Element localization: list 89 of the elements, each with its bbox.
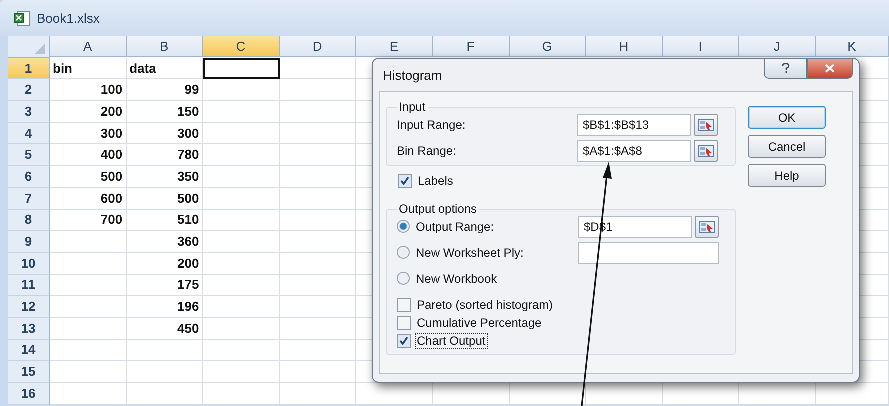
table-cell: 700 (50, 210, 127, 232)
table-cell: 196 (126, 296, 204, 318)
table-cell: 200 (126, 252, 204, 275)
row-header[interactable]: 4 (8, 122, 50, 144)
column-header[interactable]: A (50, 36, 127, 57)
column-header[interactable]: E (356, 36, 433, 57)
dialog-button[interactable]: Help (748, 164, 826, 187)
checkbox[interactable] (397, 316, 411, 330)
table-cell: 500 (126, 188, 204, 210)
table-cell: 100 (50, 79, 127, 102)
range-picker-button[interactable] (695, 216, 719, 238)
close-icon (825, 64, 835, 73)
column-header[interactable]: H (586, 36, 663, 57)
range-picker-button[interactable] (694, 114, 718, 136)
row-header[interactable]: 10 (8, 252, 50, 275)
checkbox-label[interactable]: Cumulative Percentage (416, 316, 543, 330)
range-picker-icon (699, 220, 715, 232)
range-picker-icon (698, 144, 714, 156)
table-cell: 300 (126, 122, 204, 144)
radio-label[interactable]: New Worksheet Ply: (416, 246, 578, 260)
column-header[interactable]: K (816, 36, 889, 57)
row-header[interactable]: 15 (8, 361, 50, 383)
checkbox-label[interactable]: Pareto (sorted histogram) (416, 298, 554, 312)
row-header[interactable]: 6 (8, 166, 50, 188)
row-header[interactable]: 12 (8, 296, 50, 318)
table-cell: 150 (126, 101, 204, 123)
range-input-field[interactable]: $A$1:$A$8 (577, 140, 691, 162)
table-cell: 450 (126, 318, 204, 340)
row-header[interactable]: 1 (8, 58, 50, 80)
group-title: Input (398, 100, 427, 114)
spreadsheet-file-icon (14, 10, 31, 26)
table-cell: 200 (50, 101, 127, 123)
table-cell: 600 (50, 188, 127, 210)
table-cell: 500 (50, 166, 127, 188)
range-picker-icon (698, 118, 714, 130)
help-button[interactable] (764, 59, 807, 79)
row-header[interactable]: 7 (8, 188, 50, 210)
column-header[interactable]: J (739, 36, 816, 57)
group-title: Output options (398, 202, 478, 216)
question-mark-icon (782, 63, 790, 74)
range-picker-button[interactable] (694, 140, 718, 162)
table-cell: 350 (126, 166, 204, 188)
input-field[interactable] (578, 242, 719, 264)
row-header[interactable]: 13 (8, 318, 50, 340)
row-header[interactable]: 14 (8, 340, 50, 362)
column-header[interactable]: I (662, 36, 740, 57)
table-cell: data (126, 58, 204, 80)
row-header[interactable]: 2 (8, 79, 50, 102)
column-header[interactable]: G (510, 36, 586, 57)
checkbox-label[interactable]: Chart Output (416, 334, 487, 348)
row-header[interactable]: 3 (8, 101, 50, 123)
active-cell[interactable] (203, 58, 280, 80)
row-header[interactable]: 5 (8, 144, 50, 166)
window-title: Book1.xlsx (37, 10, 100, 26)
checkbox[interactable] (398, 174, 412, 188)
table-cell: 99 (126, 79, 204, 102)
table-cell: 175 (126, 274, 204, 296)
radio-button[interactable] (397, 220, 410, 233)
column-header[interactable]: B (126, 36, 204, 57)
table-cell: 360 (126, 231, 204, 253)
dialog-title: Histogram (382, 68, 442, 82)
radio-button[interactable] (397, 246, 410, 259)
corner-triangle-icon (35, 44, 45, 54)
column-header[interactable]: D (280, 36, 356, 57)
close-button[interactable] (807, 59, 853, 79)
table-cell: bin (50, 58, 127, 80)
row-header[interactable]: 16 (8, 383, 50, 405)
column-header[interactable]: F (432, 36, 510, 57)
row-header[interactable]: 8 (8, 210, 50, 232)
checkbox[interactable] (397, 334, 411, 348)
dialog-button[interactable]: Cancel (748, 135, 826, 158)
column-header[interactable]: C (203, 36, 280, 57)
checkbox-label[interactable]: Labels (417, 174, 454, 188)
table-cell: 510 (126, 210, 204, 232)
table-cell: 780 (126, 144, 204, 166)
radio-label[interactable]: New Workbook (416, 272, 578, 286)
dialog-button[interactable]: OK (748, 106, 826, 129)
range-input-field[interactable]: $B$1:$B$13 (577, 114, 691, 136)
row-header[interactable]: 9 (8, 231, 50, 253)
field-label: Input Range: (397, 118, 467, 132)
checkmark-icon (400, 176, 410, 186)
checkbox[interactable] (397, 298, 411, 312)
table-cell: 400 (50, 144, 127, 166)
radio-label[interactable]: Output Range: (416, 220, 578, 234)
field-label: Bin Range: (397, 144, 458, 158)
row-header[interactable]: 11 (8, 274, 50, 296)
checkmark-icon (399, 336, 409, 346)
radio-button[interactable] (397, 272, 410, 285)
table-cell: 300 (50, 122, 127, 144)
